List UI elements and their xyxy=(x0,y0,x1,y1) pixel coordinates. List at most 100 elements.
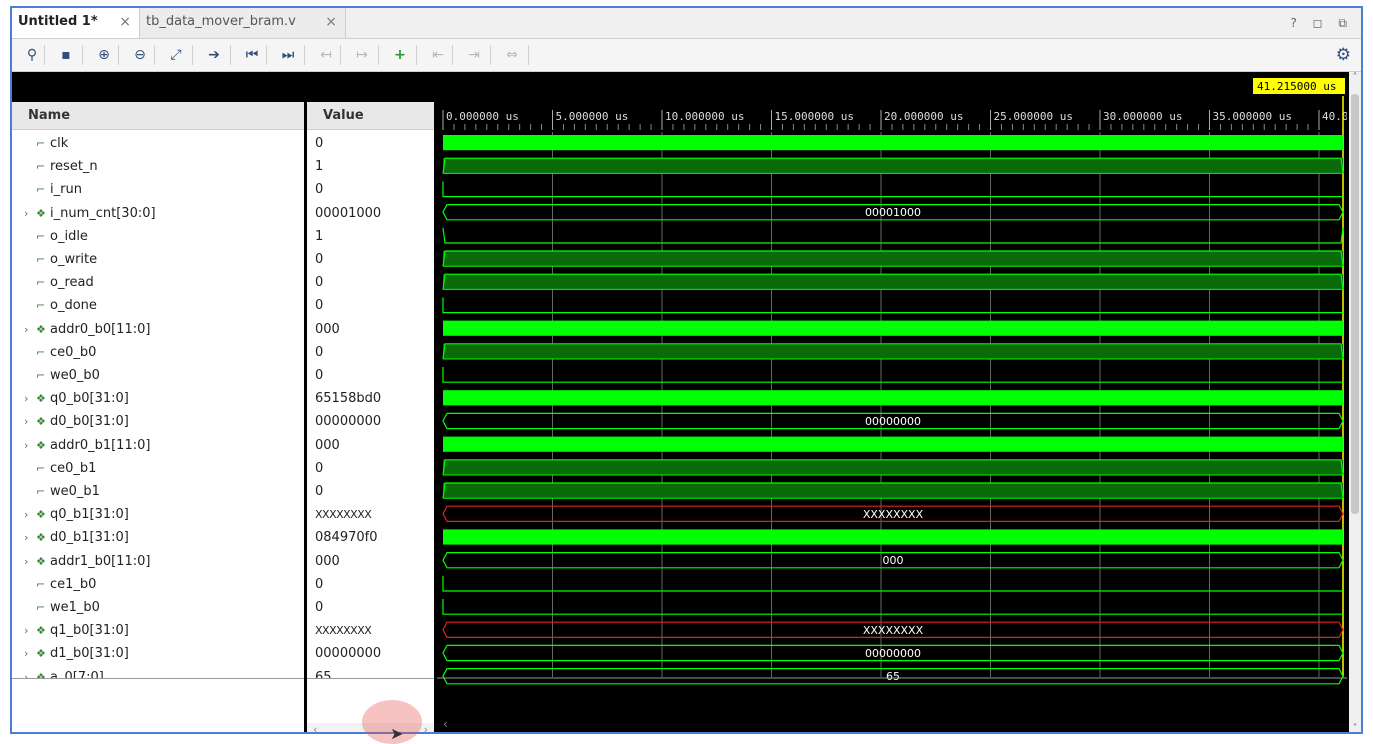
signal-row[interactable]: ⌐ ce0_b1 xyxy=(12,457,304,480)
zoom-in-icon[interactable]: ⊕ xyxy=(92,43,116,67)
chevron-right-icon[interactable]: › xyxy=(24,202,36,225)
vertical-scrollbar[interactable]: ˄ ˅ xyxy=(1349,72,1361,732)
signal-row[interactable]: › ❖ q0_b0[31:0] xyxy=(12,387,304,410)
signal-name: o_done xyxy=(50,298,97,313)
swap-cursors-icon[interactable]: ⇔ xyxy=(500,43,524,67)
signal-name: addr0_b0[11:0] xyxy=(50,322,151,337)
chevron-right-icon[interactable]: › xyxy=(24,318,36,341)
signal-name: we0_b0 xyxy=(50,368,100,383)
signal-row[interactable]: ⌐ ce1_b0 xyxy=(12,573,304,596)
signal-row[interactable]: › ❖ d0_b0[31:0] xyxy=(12,410,304,433)
dense-wave xyxy=(443,320,1343,336)
scroll-thumb[interactable] xyxy=(1351,94,1359,514)
value-panel-header-spacer xyxy=(307,72,434,102)
bus-signal-icon: ❖ xyxy=(36,323,46,336)
signal-value: 0 xyxy=(315,298,324,313)
signal-name: o_write xyxy=(50,252,98,267)
scroll-up-icon[interactable]: ˄ xyxy=(1349,72,1361,83)
chevron-right-icon[interactable]: › xyxy=(24,619,36,642)
signal-row[interactable]: ⌐ o_idle xyxy=(12,225,304,248)
signal-row[interactable]: › ❖ addr0_b1[11:0] xyxy=(12,434,304,457)
zoom-out-icon[interactable]: ⊖ xyxy=(128,43,152,67)
window-controls[interactable]: ? ◻ ⧉ xyxy=(1290,8,1353,38)
signal-value: 65158bd0 xyxy=(315,391,382,406)
value-rows: 0 1 0 00001000 1 0 0 0 000 0 0 65158bd0 00000000 000 0… xyxy=(307,131,434,678)
bit-signal-icon: ⌐ xyxy=(36,230,46,243)
signal-row[interactable]: ⌐ ce0_b0 xyxy=(12,341,304,364)
signal-name: i_num_cnt[30:0] xyxy=(50,206,156,221)
signal-row[interactable]: ⌐ we0_b0 xyxy=(12,364,304,387)
bus-signal-icon: ❖ xyxy=(36,647,46,660)
signal-row[interactable]: ⌐ o_read xyxy=(12,271,304,294)
chevron-right-icon[interactable]: › xyxy=(24,387,36,410)
goto-end-icon[interactable]: ⏭ xyxy=(276,43,300,67)
signal-row[interactable]: › ❖ q1_b0[31:0] xyxy=(12,619,304,642)
signal-value: XXXXXXXX xyxy=(315,624,372,637)
add-marker-icon[interactable]: + xyxy=(388,43,412,67)
signal-name: o_read xyxy=(50,275,94,290)
signal-row[interactable]: › ❖ addr0_b0[11:0] xyxy=(12,318,304,341)
chevron-right-icon[interactable]: › xyxy=(24,550,36,573)
signal-row[interactable]: ⌐ reset_n xyxy=(12,155,304,178)
bus-value-label: XXXXXXXX xyxy=(863,624,924,637)
signal-name: q0_b0[31:0] xyxy=(50,391,129,406)
prev-transition-icon[interactable]: ↤ xyxy=(314,43,338,67)
next-transition-icon[interactable]: ↦ xyxy=(350,43,374,67)
bus-signal-icon: ❖ xyxy=(36,415,46,428)
tab-untitled[interactable]: Untitled 1* × xyxy=(12,8,140,38)
bus-signal-icon: ❖ xyxy=(36,508,46,521)
signal-name: d1_b0[31:0] xyxy=(50,646,129,661)
chevron-right-icon[interactable]: › xyxy=(24,410,36,433)
signal-value: 0 xyxy=(315,136,324,151)
signal-value: 0 xyxy=(315,461,324,476)
goto-cursor-icon[interactable]: ➔ xyxy=(202,43,226,67)
signal-name: d0_b0[31:0] xyxy=(50,414,129,429)
gear-icon[interactable]: ⚙ xyxy=(1336,43,1351,67)
chevron-right-icon[interactable]: › xyxy=(24,503,36,526)
bus-signal-icon: ❖ xyxy=(36,624,46,637)
signal-row[interactable]: › ❖ d1_b0[31:0] xyxy=(12,642,304,665)
signal-value: 0 xyxy=(315,600,324,615)
close-icon[interactable]: × xyxy=(325,8,337,36)
signal-value: 00001000 xyxy=(315,206,382,221)
waveform-area[interactable]: 41.215000 us 0.000000 us 5.000000 us 10.000… xyxy=(437,72,1347,732)
waveform-canvas[interactable]: 41.215000 us 0.000000 us 5.000000 us 10.000… xyxy=(437,72,1347,732)
signal-row[interactable]: › ❖ q0_b1[31:0] xyxy=(12,503,304,526)
save-icon[interactable]: ▪ xyxy=(54,43,78,67)
signal-value: XXXXXXXX xyxy=(315,508,372,521)
toolbar-separator xyxy=(416,45,417,65)
goto-start-icon[interactable]: ⏮ xyxy=(240,43,264,67)
signal-row[interactable]: ⌐ we0_b1 xyxy=(12,480,304,503)
signal-row[interactable]: › ❖ addr1_b0[11:0] xyxy=(12,550,304,573)
signal-row[interactable]: › ❖ i_num_cnt[30:0] xyxy=(12,202,304,225)
close-icon[interactable]: × xyxy=(119,8,131,36)
signal-row[interactable]: ⌐ i_run xyxy=(12,178,304,201)
chevron-right-icon[interactable]: › xyxy=(24,526,36,549)
time-tick-label: 25.000000 us xyxy=(994,110,1073,123)
signal-row[interactable]: › ❖ a_0[7:0] xyxy=(12,666,304,678)
chevron-right-icon[interactable]: › xyxy=(24,666,36,678)
signal-row[interactable]: ⌐ o_write xyxy=(12,248,304,271)
signal-row[interactable]: › ❖ d0_b1[31:0] xyxy=(12,526,304,549)
signal-name: a_0[7:0] xyxy=(50,670,104,678)
low-wave xyxy=(442,181,1343,198)
dense-wave xyxy=(443,436,1343,452)
next-marker-icon[interactable]: ⇥ xyxy=(462,43,486,67)
bit-signal-icon: ⌐ xyxy=(36,601,46,614)
prev-marker-icon[interactable]: ⇤ xyxy=(426,43,450,67)
search-icon[interactable]: ⚲ xyxy=(20,43,44,67)
zoom-fit-icon[interactable]: ⤢ xyxy=(164,43,188,67)
signal-name: o_idle xyxy=(50,229,88,244)
toolbar-separator xyxy=(154,45,155,65)
name-column-header[interactable]: Name xyxy=(12,102,304,130)
chevron-right-icon[interactable]: › xyxy=(24,642,36,665)
tab-tb-data-mover[interactable]: tb_data_mover_bram.v × xyxy=(140,8,346,38)
time-tick-label: 35.000000 us xyxy=(1213,110,1292,123)
scroll-down-icon[interactable]: ˅ xyxy=(1349,723,1361,732)
chevron-right-icon[interactable]: › xyxy=(24,434,36,457)
signal-row[interactable]: ⌐ o_done xyxy=(12,294,304,317)
signal-row[interactable]: ⌐ clk xyxy=(12,132,304,155)
signal-row[interactable]: ⌐ we1_b0 xyxy=(12,596,304,619)
value-column-header[interactable]: Value xyxy=(307,102,434,130)
signal-value: 000 xyxy=(315,438,340,453)
